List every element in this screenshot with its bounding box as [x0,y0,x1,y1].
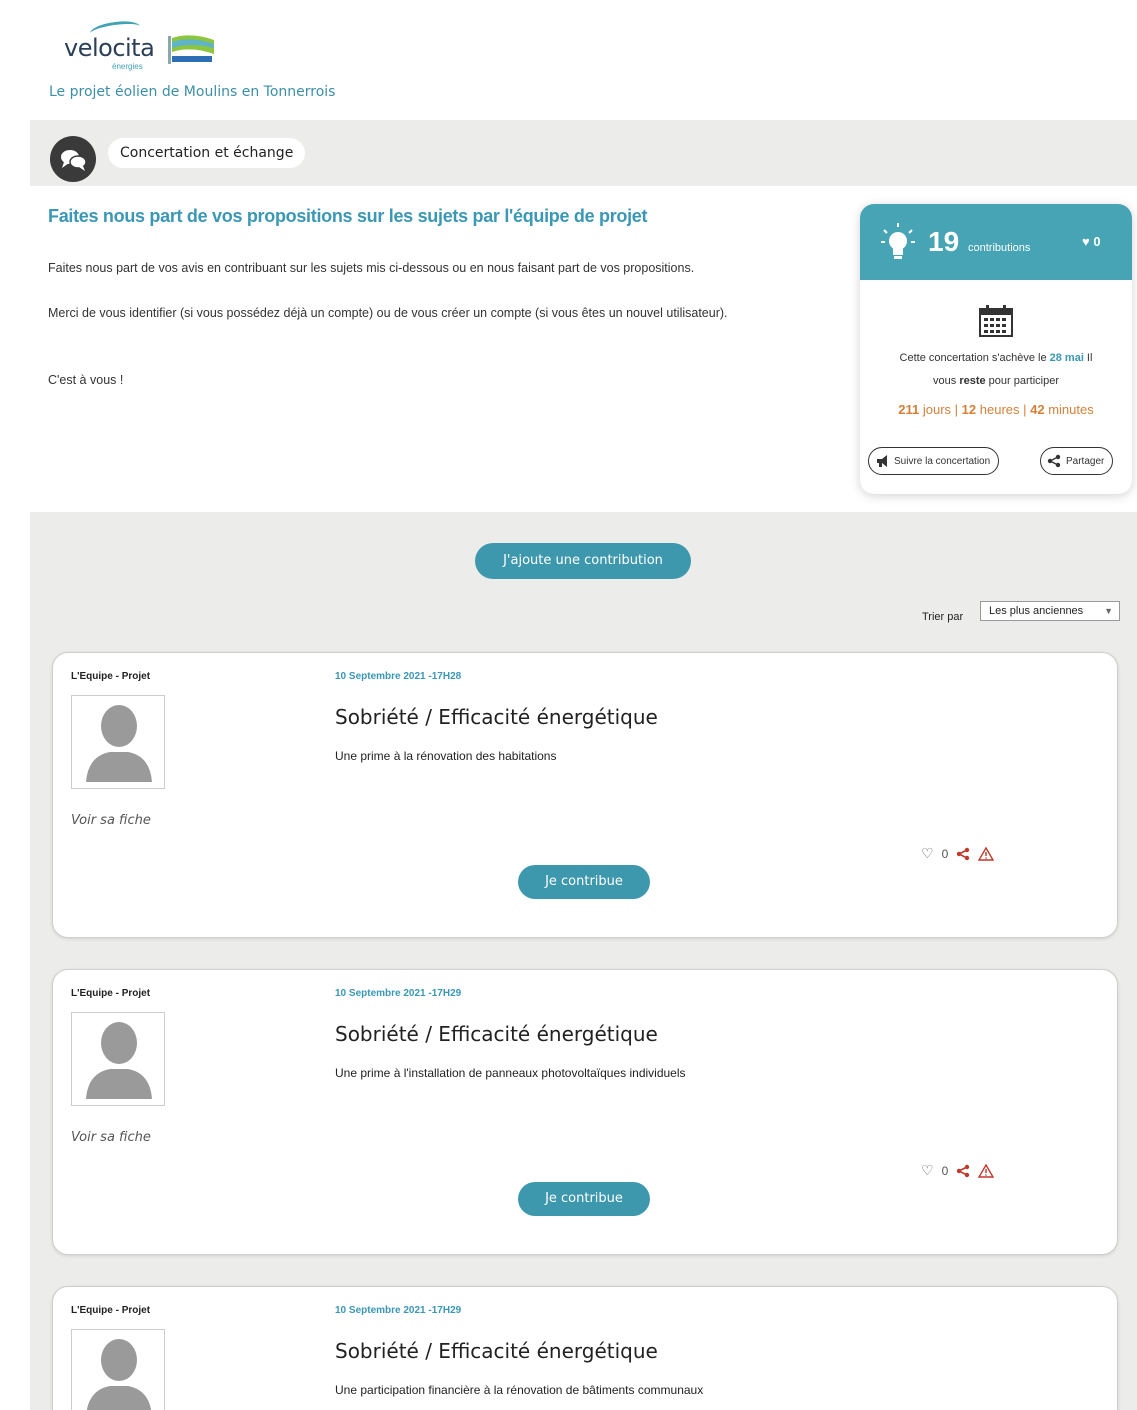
user-silhouette-icon [86,705,152,782]
contribution-text: Une prime à l'installation de panneaux p… [335,1066,686,1080]
logo-wordmark: velocita [64,34,155,62]
wind-flag-icon [168,35,214,64]
countdown-hours-label: heures [979,402,1020,417]
user-silhouette-icon [86,1022,152,1099]
avatar[interactable] [71,1329,165,1410]
intro-paragraph-1: Faites nous part de vos avis en contribu… [48,261,695,275]
lightbulb-icon [881,223,915,259]
contribution-count: 19 [928,226,960,257]
avatar[interactable] [71,1012,165,1106]
countdown-days-label: jours [922,402,952,417]
contribution-text: Une participation financière à la rénova… [335,1383,704,1397]
contribution-author: L'Equipe - Projet [71,1305,151,1316]
end-date-prefix: Cette concertation s'achève le [899,352,1050,364]
countdown-days: 211 [898,402,920,417]
contribution-date: 10 Septembre 2021 -17H28 [335,671,462,682]
contribution-title[interactable]: Sobriété / Efficacité énergétique [335,705,658,729]
contribution-date: 10 Septembre 2021 -17H29 [335,988,462,999]
megaphone-icon [877,455,887,467]
logo-subtitle: énergies [112,62,143,71]
like-count: 0 [941,846,949,861]
heart-outline-icon[interactable]: ♡ [921,1162,934,1179]
calendar-icon [979,305,1013,337]
sort-select-value: Les plus anciennes [989,605,1084,617]
share-icon[interactable] [956,847,970,861]
avatar[interactable] [71,695,165,789]
heart-outline-icon[interactable]: ♡ [921,845,934,862]
contribution-card: L'Equipe - Projet Voir sa fiche 10 Septe… [52,652,1118,938]
chat-bubbles-icon [50,136,96,182]
countdown-hours: 12 [961,402,977,417]
report-warning-icon[interactable] [978,846,995,861]
view-profile-link[interactable]: Voir sa fiche [71,813,151,828]
contribution-author: L'Equipe - Projet [71,671,151,682]
countdown-minutes-label: minutes [1048,402,1094,417]
remaining-bold: reste [959,375,986,387]
end-date: 28 mai [1049,352,1084,364]
sort-label: Trier par [922,611,964,623]
share-label: Partager [1066,455,1105,467]
contribution-actions: ♡ 0 [921,845,995,862]
stats-header: 19 contributions ♥ 0 [860,204,1132,280]
contribution-actions: ♡ 0 [921,1162,995,1179]
stats-card: 19 contributions ♥ 0 Cette concertation … [860,204,1132,494]
velocita-logo[interactable]: velocita énergies [60,18,230,74]
contribution-card: L'Equipe - Projet Voir sa fiche 10 Septe… [52,969,1118,1255]
contribute-button[interactable]: Je contribue [518,1182,650,1216]
tab-band: Concertation et échange [30,120,1137,186]
chevron-down-icon: ▼ [1104,606,1113,616]
report-warning-icon[interactable] [978,1163,995,1178]
share-button[interactable]: Partager [1040,447,1114,475]
heart-icon: ♥ [1082,234,1090,249]
like-count: 0 [941,1163,949,1178]
end-date-text: Cette concertation s'achève le 28 mai Il [860,352,1132,364]
follow-button[interactable]: Suivre la concertation [868,447,1000,475]
follow-label: Suivre la concertation [894,455,991,467]
remaining-prefix: vous [933,375,960,387]
intro-paragraph-3: C'est à vous ! [48,373,124,387]
project-subtitle[interactable]: Le projet éolien de Moulins en Tonnerroi… [49,84,335,100]
contribution-title[interactable]: Sobriété / Efficacité énergétique [335,1339,658,1363]
end-date-suffix: Il [1083,352,1093,364]
likes-total-value: 0 [1093,234,1101,249]
sort-select[interactable]: Les plus anciennes ▼ [980,601,1120,621]
likes-total: ♥ 0 [1082,234,1101,249]
share-icon[interactable] [956,1164,970,1178]
user-silhouette-icon [86,1339,152,1410]
countdown: 211 jours | 12 heures | 42 minutes [898,402,1094,417]
remaining-suffix: pour participer [985,375,1059,387]
contribution-text: Une prime à la rénovation des habitation… [335,749,557,763]
countdown-minutes: 42 [1030,402,1045,417]
contribution-title[interactable]: Sobriété / Efficacité énergétique [335,1022,658,1046]
contribution-card: L'Equipe - Projet 10 Septembre 2021 -17H… [52,1286,1118,1410]
contribution-count-label: contributions [968,242,1031,254]
add-contribution-button[interactable]: J'ajoute une contribution [475,543,691,579]
tab-concertation[interactable]: Concertation et échange [108,138,306,168]
remaining-text: vous reste pour participer [860,375,1132,387]
contribution-date: 10 Septembre 2021 -17H29 [335,1305,462,1316]
intro-paragraph-2: Merci de vous identifier (si vous posséd… [48,306,728,320]
contribute-button[interactable]: Je contribue [518,865,650,899]
page-title: Faites nous part de vos propositions sur… [48,206,648,226]
view-profile-link[interactable]: Voir sa fiche [71,1130,151,1145]
share-icon [1047,454,1061,468]
contributions-area: J'ajoute une contribution Trier par Les … [30,512,1137,1410]
contribution-author: L'Equipe - Projet [71,988,151,999]
